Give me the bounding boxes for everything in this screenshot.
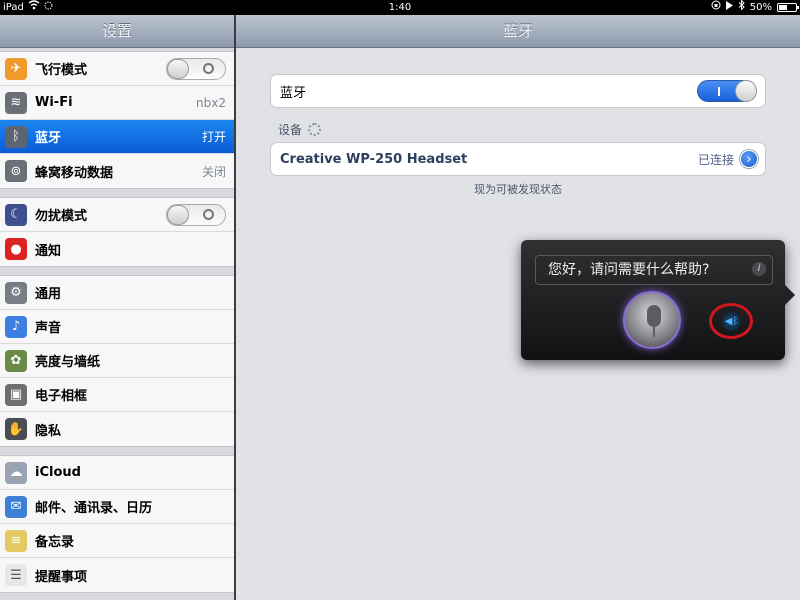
settings-group: ☾ 勿扰模式 ● 通知: [0, 197, 234, 267]
settings-group: ⚙ 通用 ♪ 声音 ✿ 亮度与墙纸 ▣ 电子相框 ✋ 隐私: [0, 275, 234, 447]
sidebar-item-moon[interactable]: ☾ 勿扰模式: [0, 198, 234, 232]
sidebar-item-label: Wi-Fi: [35, 95, 73, 110]
sidebar-item-reminders[interactable]: ☰ 提醒事项: [0, 558, 234, 592]
sidebar-item-airplane[interactable]: ✈ 飞行模式: [0, 52, 234, 86]
sidebar-item-label: 通用: [35, 287, 62, 302]
bluetooth-switch[interactable]: [697, 80, 757, 102]
notes-icon: ≡: [5, 529, 27, 552]
microphone-icon: [647, 305, 661, 327]
sidebar-item-mail[interactable]: ✉ 邮件、通讯录、日历: [0, 490, 234, 524]
clock: 1:40: [388, 2, 412, 13]
info-icon[interactable]: i: [752, 262, 766, 276]
sidebar-item-label: 备忘录: [35, 535, 75, 550]
siri-prompt-bubble: 您好，请问需要什么帮助? i: [535, 255, 773, 285]
sidebar-item-hand[interactable]: ✋ 隐私: [0, 412, 234, 446]
gear-icon: ⚙: [5, 281, 27, 304]
sidebar-item-notifications[interactable]: ● 通知: [0, 232, 234, 266]
sidebar-item-cellular[interactable]: ⊚ 蜂窝移动数据 关闭: [0, 154, 234, 188]
scanning-spinner-icon: [308, 123, 322, 136]
battery-percent: 50%: [749, 2, 772, 13]
sidebar-item-value: 关闭: [201, 164, 226, 179]
sidebar-item-label: 飞行模式: [35, 63, 88, 78]
sidebar-item-wifi[interactable]: ≋ Wi-Fi nbx2: [0, 86, 234, 120]
sidebar-item-label: 提醒事项: [35, 569, 88, 585]
siri-microphone-button[interactable]: [623, 291, 681, 349]
toggle-switch[interactable]: [166, 203, 226, 226]
microphone-stem: [653, 327, 655, 337]
sidebar-item-speaker[interactable]: ♪ 声音: [0, 310, 234, 344]
cloud-icon: ☁: [5, 461, 27, 484]
notifications-icon: ●: [5, 238, 27, 260]
rotation-lock-icon: [711, 0, 721, 15]
bluetooth-audio-route-button[interactable]: ◀ᛒ: [709, 303, 753, 339]
sidebar-item-label: 蓝牙: [35, 131, 62, 146]
sidebar-item-value: nbx2: [196, 95, 226, 110]
device-name: Creative WP-250 Headset: [280, 151, 468, 167]
siri-popup: 您好，请问需要什么帮助? i ◀ᛒ: [521, 240, 795, 360]
sidebar-item-label: 蜂窝移动数据: [35, 165, 114, 181]
cellular-icon: ⊚: [5, 160, 27, 182]
sidebar-item-picture-frame[interactable]: ▣ 电子相框: [0, 378, 234, 412]
battery-icon: [777, 3, 799, 12]
toggle-switch[interactable]: [166, 57, 226, 80]
sidebar-item-value: 打开: [201, 130, 226, 144]
mail-icon: ✉: [5, 495, 27, 518]
sidebar-item-label: 声音: [35, 321, 62, 336]
flower-icon: ✿: [5, 349, 27, 372]
sidebar-item-gear[interactable]: ⚙ 通用: [0, 276, 234, 310]
settings-list: ✈ 飞行模式 ≋ Wi-Fi nbx2 ᛒ 蓝牙 打开 ⊚ 蜂窝移动数据 关闭 ☾ 勿扰模式 ● 通知 ⚙ 通用…: [0, 48, 234, 593]
sidebar-item-label: iCloud: [35, 465, 81, 480]
siri-prompt-text: 您好，请问需要什么帮助?: [548, 262, 710, 278]
moon-icon: ☾: [5, 203, 27, 226]
sidebar-item-label: 勿扰模式: [35, 209, 88, 224]
settings-group: ✈ 飞行模式 ≋ Wi-Fi nbx2 ᛒ 蓝牙 打开 ⊚ 蜂窝移动数据 关闭: [0, 51, 234, 189]
device-row[interactable]: Creative WP-250 Headset 已连接 ›: [270, 142, 766, 176]
airplane-icon: ✈: [5, 57, 27, 80]
settings-master-pane: 设置 ✈ 飞行模式 ≋ Wi-Fi nbx2 ᛒ 蓝牙 打开 ⊚ 蜂窝移动数据 关闭 ☾ 勿扰模式 ● 通知…: [0, 15, 234, 600]
speaker-icon: ♪: [5, 315, 27, 338]
sidebar-item-cloud[interactable]: ☁ iCloud: [0, 456, 234, 490]
bluetooth-icon: ᛒ: [5, 125, 27, 148]
sidebar-item-flower[interactable]: ✿ 亮度与墙纸: [0, 344, 234, 378]
sidebar-item-label: 亮度与墙纸: [35, 355, 101, 370]
devices-header-label: 设备: [278, 123, 303, 137]
sidebar-item-label: 电子相框: [35, 389, 88, 404]
reminders-icon: ☰: [5, 564, 27, 586]
sidebar-item-bluetooth[interactable]: ᛒ 蓝牙 打开: [0, 120, 234, 154]
sidebar-item-notes[interactable]: ≡ 备忘录: [0, 524, 234, 558]
sidebar-item-label: 通知: [35, 243, 62, 259]
detail-nav-title: 蓝牙: [236, 15, 800, 48]
settings-group: ☁ iCloud ✉ 邮件、通讯录、日历 ≡ 备忘录 ☰ 提醒事项: [0, 455, 234, 593]
wifi-icon: ≋: [5, 91, 27, 114]
status-bar: iPad 1:40 50%: [0, 0, 800, 15]
sidebar-item-label: 邮件、通讯录、日历: [35, 501, 153, 516]
hand-icon: ✋: [5, 418, 27, 440]
master-nav-title: 设置: [0, 15, 234, 48]
bluetooth-toggle-row: 蓝牙: [270, 74, 766, 108]
sidebar-item-label: 隐私: [35, 423, 62, 439]
picture-frame-icon: ▣: [5, 383, 27, 406]
bluetooth-status-icon: [738, 0, 745, 15]
discoverable-note: 现为可被发现状态: [474, 183, 562, 196]
devices-section-header: 设备: [278, 121, 322, 138]
disclosure-arrow-icon[interactable]: ›: [740, 150, 758, 168]
popover-arrow: [785, 285, 795, 305]
play-icon: [725, 0, 733, 15]
bluetooth-toggle-label: 蓝牙: [280, 85, 307, 101]
bluetooth-audio-icon: ◀ᛒ: [722, 312, 741, 331]
device-status: 已连接: [697, 152, 734, 167]
